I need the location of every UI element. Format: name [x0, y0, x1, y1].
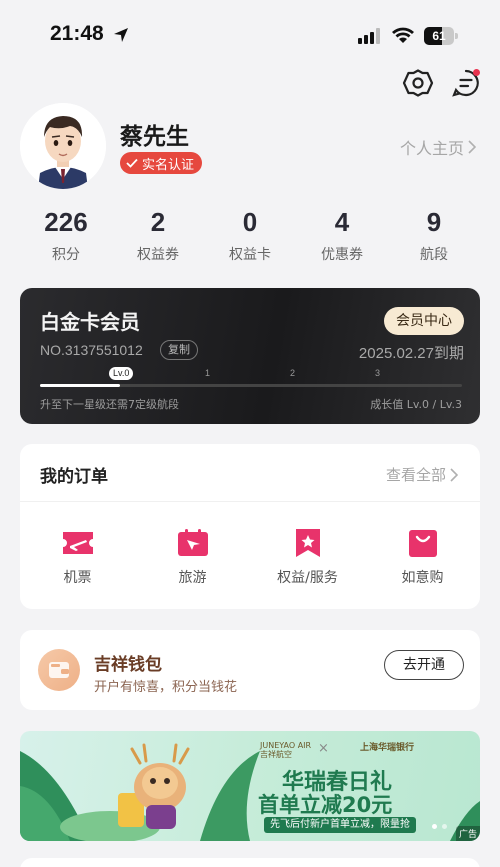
- carousel-dots: [432, 824, 447, 829]
- order-item-label: 旅游: [178, 570, 207, 586]
- member-center-button[interactable]: 会员中心: [384, 307, 464, 335]
- cobrand-separator: ×: [318, 741, 329, 756]
- wallet-panel[interactable]: 吉祥钱包 开户有惊喜，积分当钱花 去开通: [20, 630, 480, 710]
- wallet-subtitle: 开户有惊喜，积分当钱花: [94, 680, 238, 695]
- stats-row: 226 积分 2 权益券 0 权益卡 4 优惠券 9 航段: [20, 204, 480, 270]
- level-tick: 2: [290, 368, 296, 378]
- order-item-flight[interactable]: 机票: [20, 528, 135, 587]
- travel-icon: [177, 529, 208, 556]
- card-number: NO.3137551012: [40, 342, 143, 358]
- location-arrow-icon: [114, 28, 128, 42]
- notification-dot: [473, 69, 480, 76]
- message-icon[interactable]: [450, 67, 482, 99]
- level-progress-fill: [40, 384, 121, 387]
- order-item-label: 如意购: [401, 570, 444, 586]
- gear-icon[interactable]: [402, 67, 434, 99]
- stat-value: 226: [44, 207, 88, 237]
- chevron-right-icon: [468, 140, 476, 154]
- battery-icon: 61: [424, 27, 458, 45]
- stat-coupons[interactable]: 4 优惠券: [296, 204, 388, 270]
- shopping-bag-icon: [408, 530, 437, 557]
- bank-logo-text: 上海华瑞银行: [360, 743, 415, 753]
- stat-value: 0: [242, 207, 258, 237]
- banner-offer: 首单立减20元: [258, 793, 393, 817]
- check-icon: [126, 158, 138, 168]
- stat-label: 权益券: [137, 247, 179, 263]
- level-tick: 1: [205, 368, 211, 378]
- user-name: 蔡先生: [120, 124, 189, 150]
- current-level-marker: Lv.0: [109, 367, 134, 380]
- verify-badge: 实名认证: [120, 152, 203, 174]
- next-panel-edge: [20, 858, 480, 867]
- chevron-right-icon: [450, 467, 458, 482]
- stat-points[interactable]: 226 积分: [20, 204, 112, 270]
- homepage-link-label: 个人主页: [399, 139, 464, 158]
- star-bookmark-icon: [295, 529, 320, 557]
- stat-value: 4: [334, 207, 350, 237]
- verify-badge-label: 实名认证: [142, 157, 195, 173]
- stat-segments[interactable]: 9 航段: [388, 204, 480, 270]
- copy-button[interactable]: 复制: [160, 340, 198, 360]
- order-item-travel[interactable]: 旅游: [135, 528, 250, 587]
- stat-label: 权益卡: [229, 247, 271, 263]
- carousel-dot[interactable]: [442, 824, 447, 829]
- growth-value: 成长值 Lv.0 / Lv.3: [370, 398, 462, 411]
- status-bar: 21:48 61: [0, 0, 500, 72]
- orders-title: 我的订单: [40, 467, 108, 487]
- homepage-link[interactable]: 个人主页: [400, 135, 476, 159]
- view-all-orders-link[interactable]: 查看全部: [386, 464, 458, 485]
- promo-banner[interactable]: JUNEYAO AIR 吉祥航空 × 上海华瑞银行 华瑞春日礼 首单立减20元 …: [20, 731, 480, 841]
- avatar[interactable]: [20, 103, 106, 189]
- order-categories: 机票 旅游 权益/服务 如意购: [20, 528, 480, 587]
- view-all-label: 查看全部: [385, 466, 446, 484]
- stat-benefit-cards[interactable]: 0 权益卡: [204, 204, 296, 270]
- level-tick: 3: [375, 368, 381, 378]
- brand1-line1: JUNEYAO AIR: [260, 741, 312, 750]
- ad-label: 广告: [455, 826, 480, 841]
- banner-tag: 先飞后付新户首单立减，限量抢: [264, 817, 416, 833]
- brand1-line2: 吉祥航空: [260, 750, 292, 759]
- order-item-label: 机票: [63, 570, 92, 586]
- stat-benefit-coupons[interactable]: 2 权益券: [112, 204, 204, 270]
- status-time: 21:48: [50, 22, 104, 45]
- stat-label: 航段: [420, 247, 448, 263]
- battery-level: 61: [432, 29, 446, 43]
- wallet-title: 吉祥钱包: [94, 655, 162, 675]
- divider: [20, 501, 480, 502]
- order-item-benefits[interactable]: 权益/服务: [250, 528, 365, 587]
- member-level-title: 白金卡会员: [40, 310, 140, 334]
- my-orders-panel: 我的订单 查看全部 机票 旅游 权益/服务 如意购: [20, 444, 480, 609]
- stat-value: 2: [150, 207, 166, 237]
- wifi-icon: [392, 27, 414, 43]
- juneyao-logo-text: JUNEYAO AIR 吉祥航空: [260, 741, 311, 759]
- upgrade-hint: 升至下一星级还需7定级航段: [40, 398, 179, 411]
- order-item-label: 权益/服务: [277, 570, 338, 586]
- carousel-dot-active[interactable]: [432, 824, 437, 829]
- order-item-shopping[interactable]: 如意购: [365, 528, 480, 587]
- stat-label: 优惠券: [321, 247, 363, 263]
- wallet-icon: [38, 649, 80, 691]
- stat-value: 9: [426, 207, 442, 237]
- card-expiry: 2025.02.27到期: [358, 345, 464, 362]
- open-wallet-button[interactable]: 去开通: [384, 650, 464, 680]
- cellular-signal-icon: [358, 28, 380, 44]
- level-progress-bar: [40, 384, 462, 387]
- flight-ticket-icon: [62, 532, 93, 554]
- stat-label: 积分: [52, 247, 80, 263]
- member-card[interactable]: 白金卡会员 会员中心 NO.3137551012 复制 2025.02.27到期…: [20, 288, 480, 424]
